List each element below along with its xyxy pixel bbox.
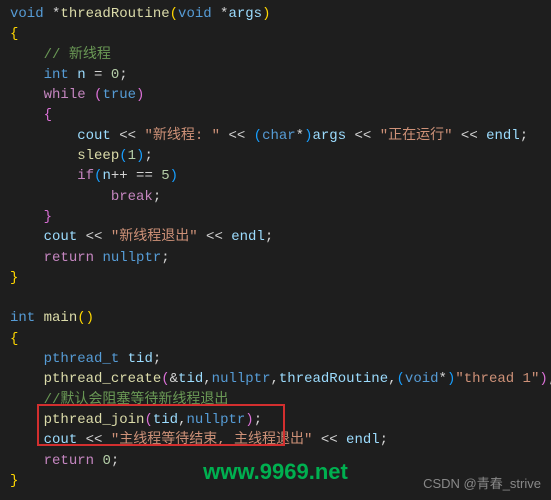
code-line: sleep(1);: [10, 146, 541, 166]
code-line: return nullptr;: [10, 248, 541, 268]
code-line: }: [10, 471, 541, 491]
code-line: while (true): [10, 85, 541, 105]
code-line: [10, 288, 541, 308]
code-line: //默认会阻塞等待新线程退出: [10, 390, 541, 410]
code-line: pthread_create(&tid,nullptr,threadRoutin…: [10, 369, 541, 389]
code-line: }: [10, 268, 541, 288]
code-line: // 新线程: [10, 45, 541, 65]
code-line: pthread_t tid;: [10, 349, 541, 369]
code-line: return 0;: [10, 451, 541, 471]
code-line: break;: [10, 187, 541, 207]
code-line: cout << "新线程: " << (char*)args << "正在运行"…: [10, 126, 541, 146]
code-line: {: [10, 329, 541, 349]
code-line: if(n++ == 5): [10, 166, 541, 186]
code-line: cout << "新线程退出" << endl;: [10, 227, 541, 247]
code-line: cout << "主线程等待结束, 主线程退出" << endl;: [10, 430, 541, 450]
code-line: int n = 0;: [10, 65, 541, 85]
code-line: {: [10, 24, 541, 44]
code-editor[interactable]: void *threadRoutine(void *args) { // 新线程…: [10, 4, 541, 491]
code-line: {: [10, 105, 541, 125]
code-line: pthread_join(tid,nullptr);: [10, 410, 541, 430]
code-line: }: [10, 207, 541, 227]
code-line: int main(): [10, 308, 541, 328]
code-line: void *threadRoutine(void *args): [10, 4, 541, 24]
